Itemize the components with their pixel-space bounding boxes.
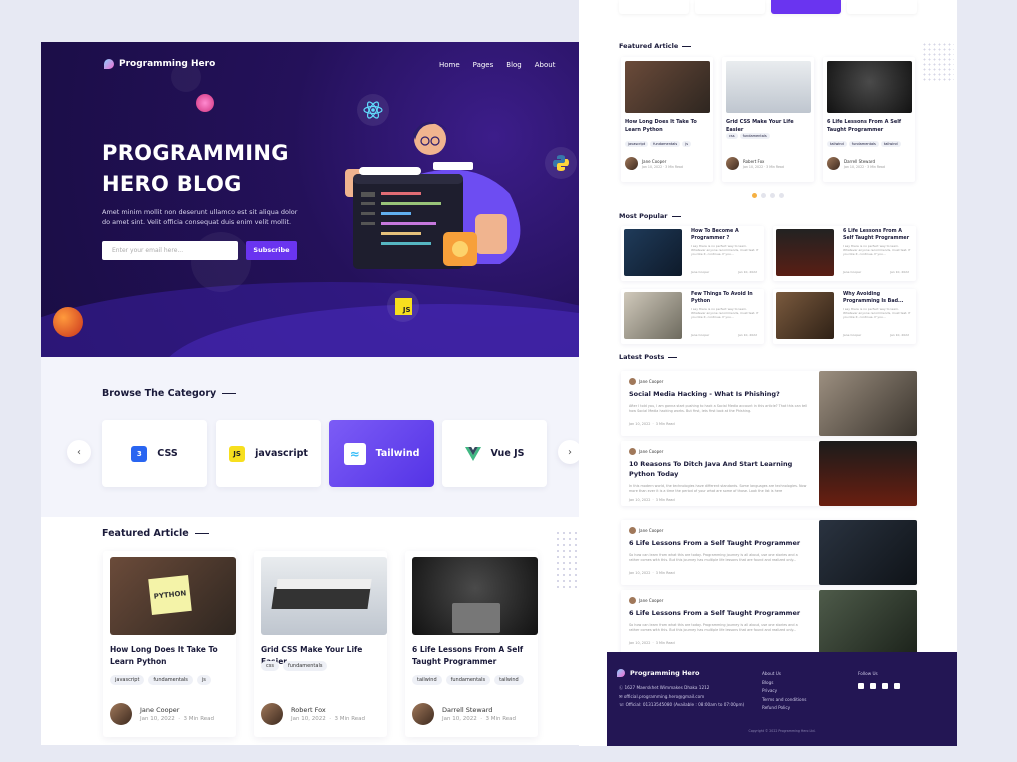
carousel-dot[interactable] [770,193,775,198]
instagram-icon[interactable] [870,682,876,689]
popular-card[interactable]: 6 Life Lessons From A Self Taught Progra… [773,226,916,281]
avatar [412,703,434,725]
featured-title: Featured Article [619,42,692,50]
article-image [726,61,811,113]
active-category-card[interactable] [771,0,841,14]
carousel-dot[interactable] [761,193,766,198]
tag-list: tailwind fundamentals tailwind [412,675,524,685]
popular-card[interactable]: How To Become A Programmer ? I say there… [621,226,764,281]
developer-illustration [345,121,521,269]
featured-card[interactable]: 6 Life Lessons From A Self Taught Progra… [405,551,538,737]
hero-description: Amet minim mollit non deserunt ullamco e… [102,208,298,226]
js-badge: JS [387,290,419,322]
js-icon: JS [229,445,246,462]
footer-contact: Ⓛ 1627 Maerskhet Wimmakes Dhaka 1212 ✉ o… [619,685,745,707]
hero-title: PROGRAMMING HERO BLOG [102,141,289,196]
popular-card[interactable]: Few Things To Avoid In Python I say ther… [621,289,764,344]
carousel-dots [752,193,784,198]
logo-icon [104,59,114,69]
category-css[interactable]: 3 CSS [102,420,207,487]
article-image [827,61,912,113]
article-image: PYTHON [110,557,236,635]
site-footer: Programming Hero Ⓛ 1627 Maerskhet Wimmak… [607,652,957,746]
article-image [776,229,834,276]
featured-card[interactable]: Grid CSS Make Your Life Easier css fundam… [722,57,814,182]
article-image [624,229,682,276]
hero-section: Programming Hero Home Pages Blog About P… [41,42,607,357]
article-image [819,371,917,436]
featured-card[interactable]: How Long Does It Take To Learn Python ja… [621,57,713,182]
article-author: Robert Fox Jan 10, 2022 · 3 Min Read [261,703,365,725]
youtube-icon[interactable] [894,682,900,689]
article-title[interactable]: How Long Does It Take To Learn Python [110,644,236,668]
facebook-icon[interactable] [858,682,864,689]
featured-card[interactable]: 6 Life Lessons From A Self Taught Progra… [823,57,915,182]
vue-icon [464,446,481,461]
nav-about[interactable]: About [535,61,556,69]
footer-social: Follow Us [858,670,900,689]
featured-title: Featured Article [102,528,209,539]
article-image [819,441,917,506]
article-author: Jane Cooper Jan 10, 2022 · 3 Min Read [110,703,214,725]
latest-post[interactable]: Jane Cooper 10 Reasons To Ditch Java And… [621,441,917,506]
python-icon [545,147,577,179]
popular-card[interactable]: Why Avoiding Programming Is Bad... I say… [773,289,916,344]
avatar [625,157,638,170]
footer-logo[interactable]: Programming Hero [617,669,700,677]
category-vue[interactable]: Vue JS [442,420,547,487]
avatar [629,597,636,604]
category-tailwind[interactable]: ≈ Tailwind [329,420,434,487]
subscribe-button[interactable]: Subscribe [246,241,297,260]
article-image [261,557,387,635]
article-image [625,61,710,113]
avatar [261,703,283,725]
email-input[interactable]: Enter your email here... [102,241,238,260]
latest-post[interactable]: Jane Cooper 6 Life Lessons From a Self T… [621,520,917,585]
featured-card[interactable]: PYTHON How Long Does It Take To Learn Py… [103,551,236,737]
page-scroll-mockup: Featured Article How Long Does It Take T… [579,0,957,746]
avatar [110,703,132,725]
featured-card[interactable]: Grid CSS Make Your Life Easier css funda… [254,551,387,737]
brand-logo[interactable]: Programming Hero [104,59,215,69]
category-javascript[interactable]: JS javascript [216,420,321,487]
desktop-mockup: Programming Hero Home Pages Blog About P… [41,42,607,745]
article-title[interactable]: 6 Life Lessons From A Self Taught Progra… [412,644,538,668]
category-section: Browse The Category ‹ 3 CSS JS javascrip… [41,357,607,517]
tag-list: javascript fundamentals js [110,675,211,685]
copyright: Copyright © 2022 Programming Hero Ltd. [748,729,816,733]
avatar [827,157,840,170]
avatar [726,157,739,170]
tag-list: css fundamentals [261,661,328,671]
main-nav: Home Pages Blog About [439,61,555,69]
nav-blog[interactable]: Blog [506,61,521,69]
linkedin-icon[interactable] [882,682,888,689]
logo-icon [617,669,625,677]
article-image [819,590,917,655]
category-prev-button[interactable]: ‹ [67,440,91,464]
article-image [412,557,538,635]
avatar [629,448,636,455]
category-title: Browse The Category [102,388,237,399]
latest-post[interactable]: Jane Cooper 6 Life Lessons From a Self T… [621,590,917,655]
article-image [776,292,834,339]
avatar [629,378,636,385]
tailwind-icon: ≈ [343,442,366,465]
footer-links: About Us Blogs Privacy Terms and conditi… [762,671,807,710]
avatar [629,527,636,534]
article-image [624,292,682,339]
article-image [819,520,917,585]
latest-post[interactable]: Jane Cooper Social Media Hacking - What … [621,371,917,436]
virus-icon [196,94,214,112]
popular-title: Most Popular [619,212,681,220]
nav-pages[interactable]: Pages [473,61,494,69]
planet-icon [53,307,83,337]
latest-title: Latest Posts [619,353,678,361]
carousel-dot[interactable] [752,193,757,198]
css-icon: 3 [131,445,148,462]
article-author: Darrell Steward Jan 10, 2022 · 3 Min Rea… [412,703,516,725]
nav-home[interactable]: Home [439,61,460,69]
carousel-dot[interactable] [779,193,784,198]
